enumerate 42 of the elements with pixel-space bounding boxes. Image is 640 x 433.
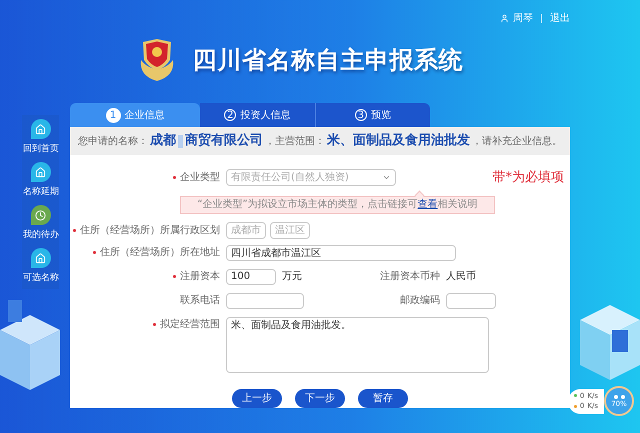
name-label: 您申请的名称： xyxy=(78,134,148,148)
sidebar-item[interactable]: 回到首页 xyxy=(20,119,60,156)
redaction-block xyxy=(178,134,183,148)
step-button[interactable]: 暂存 xyxy=(358,388,408,408)
company-name: 成都 xyxy=(150,132,176,150)
field-label: 注册资本 xyxy=(180,270,220,284)
view-link[interactable]: 查看 xyxy=(418,197,438,212)
field-label: 拟定经营范围 xyxy=(160,318,220,332)
scope-label: ，主营范围： xyxy=(265,134,325,148)
system-title: 四川省名称自主申报系统 xyxy=(192,45,464,76)
step-button[interactable]: 下一步 xyxy=(295,388,345,408)
sidebar-item[interactable]: 名称延期 xyxy=(20,162,60,199)
required-note: 带*为必填项 xyxy=(492,169,564,187)
hint-message: “企业类型”为拟设立市场主体的类型，点击链接可查看相关说明 xyxy=(180,196,495,214)
clock-icon xyxy=(35,210,46,220)
field-label: 住所（经营场所）所在地址 xyxy=(100,246,220,260)
business-scope: 米、面制品及食用油批发 xyxy=(327,132,470,150)
sidebar-item[interactable]: 我的待办 xyxy=(20,205,60,242)
field-label: 联系电话 xyxy=(180,294,220,308)
house-icon xyxy=(35,166,46,178)
company-name: 商贸有限公司 xyxy=(185,132,263,150)
step-button[interactable]: 上一步 xyxy=(232,388,282,408)
eyes-icon xyxy=(614,394,624,398)
postcode-input[interactable] xyxy=(446,292,496,308)
capital-input[interactable]: 100 xyxy=(226,268,276,284)
field-label: 住所（经营场所）所属行政区划 xyxy=(80,224,220,238)
step-tab[interactable]: 2 投资人信息 xyxy=(200,103,316,127)
step-tab[interactable]: 3 预览 xyxy=(316,103,430,127)
address-input[interactable]: 四川省成都市温江区 xyxy=(226,244,456,260)
step-tab[interactable]: 1 企业信息 xyxy=(70,103,200,127)
unit-text: 万元 xyxy=(282,270,302,284)
house-icon xyxy=(35,124,46,134)
field-label: 邮政编码 xyxy=(400,294,440,308)
sidebar-item[interactable]: 可选名称 xyxy=(20,248,60,285)
house-icon xyxy=(35,252,46,264)
phone-input[interactable] xyxy=(226,292,304,308)
instruction-text: ，请补充企业信息。 xyxy=(472,134,562,148)
field-label: 注册资本币种 xyxy=(380,270,440,284)
user-icon xyxy=(500,14,509,23)
field-label: 企业类型 xyxy=(180,170,220,186)
currency-value: 人民币 xyxy=(446,270,476,284)
scope-textarea[interactable]: 米、面制品及食用油批发。 xyxy=(226,316,489,372)
